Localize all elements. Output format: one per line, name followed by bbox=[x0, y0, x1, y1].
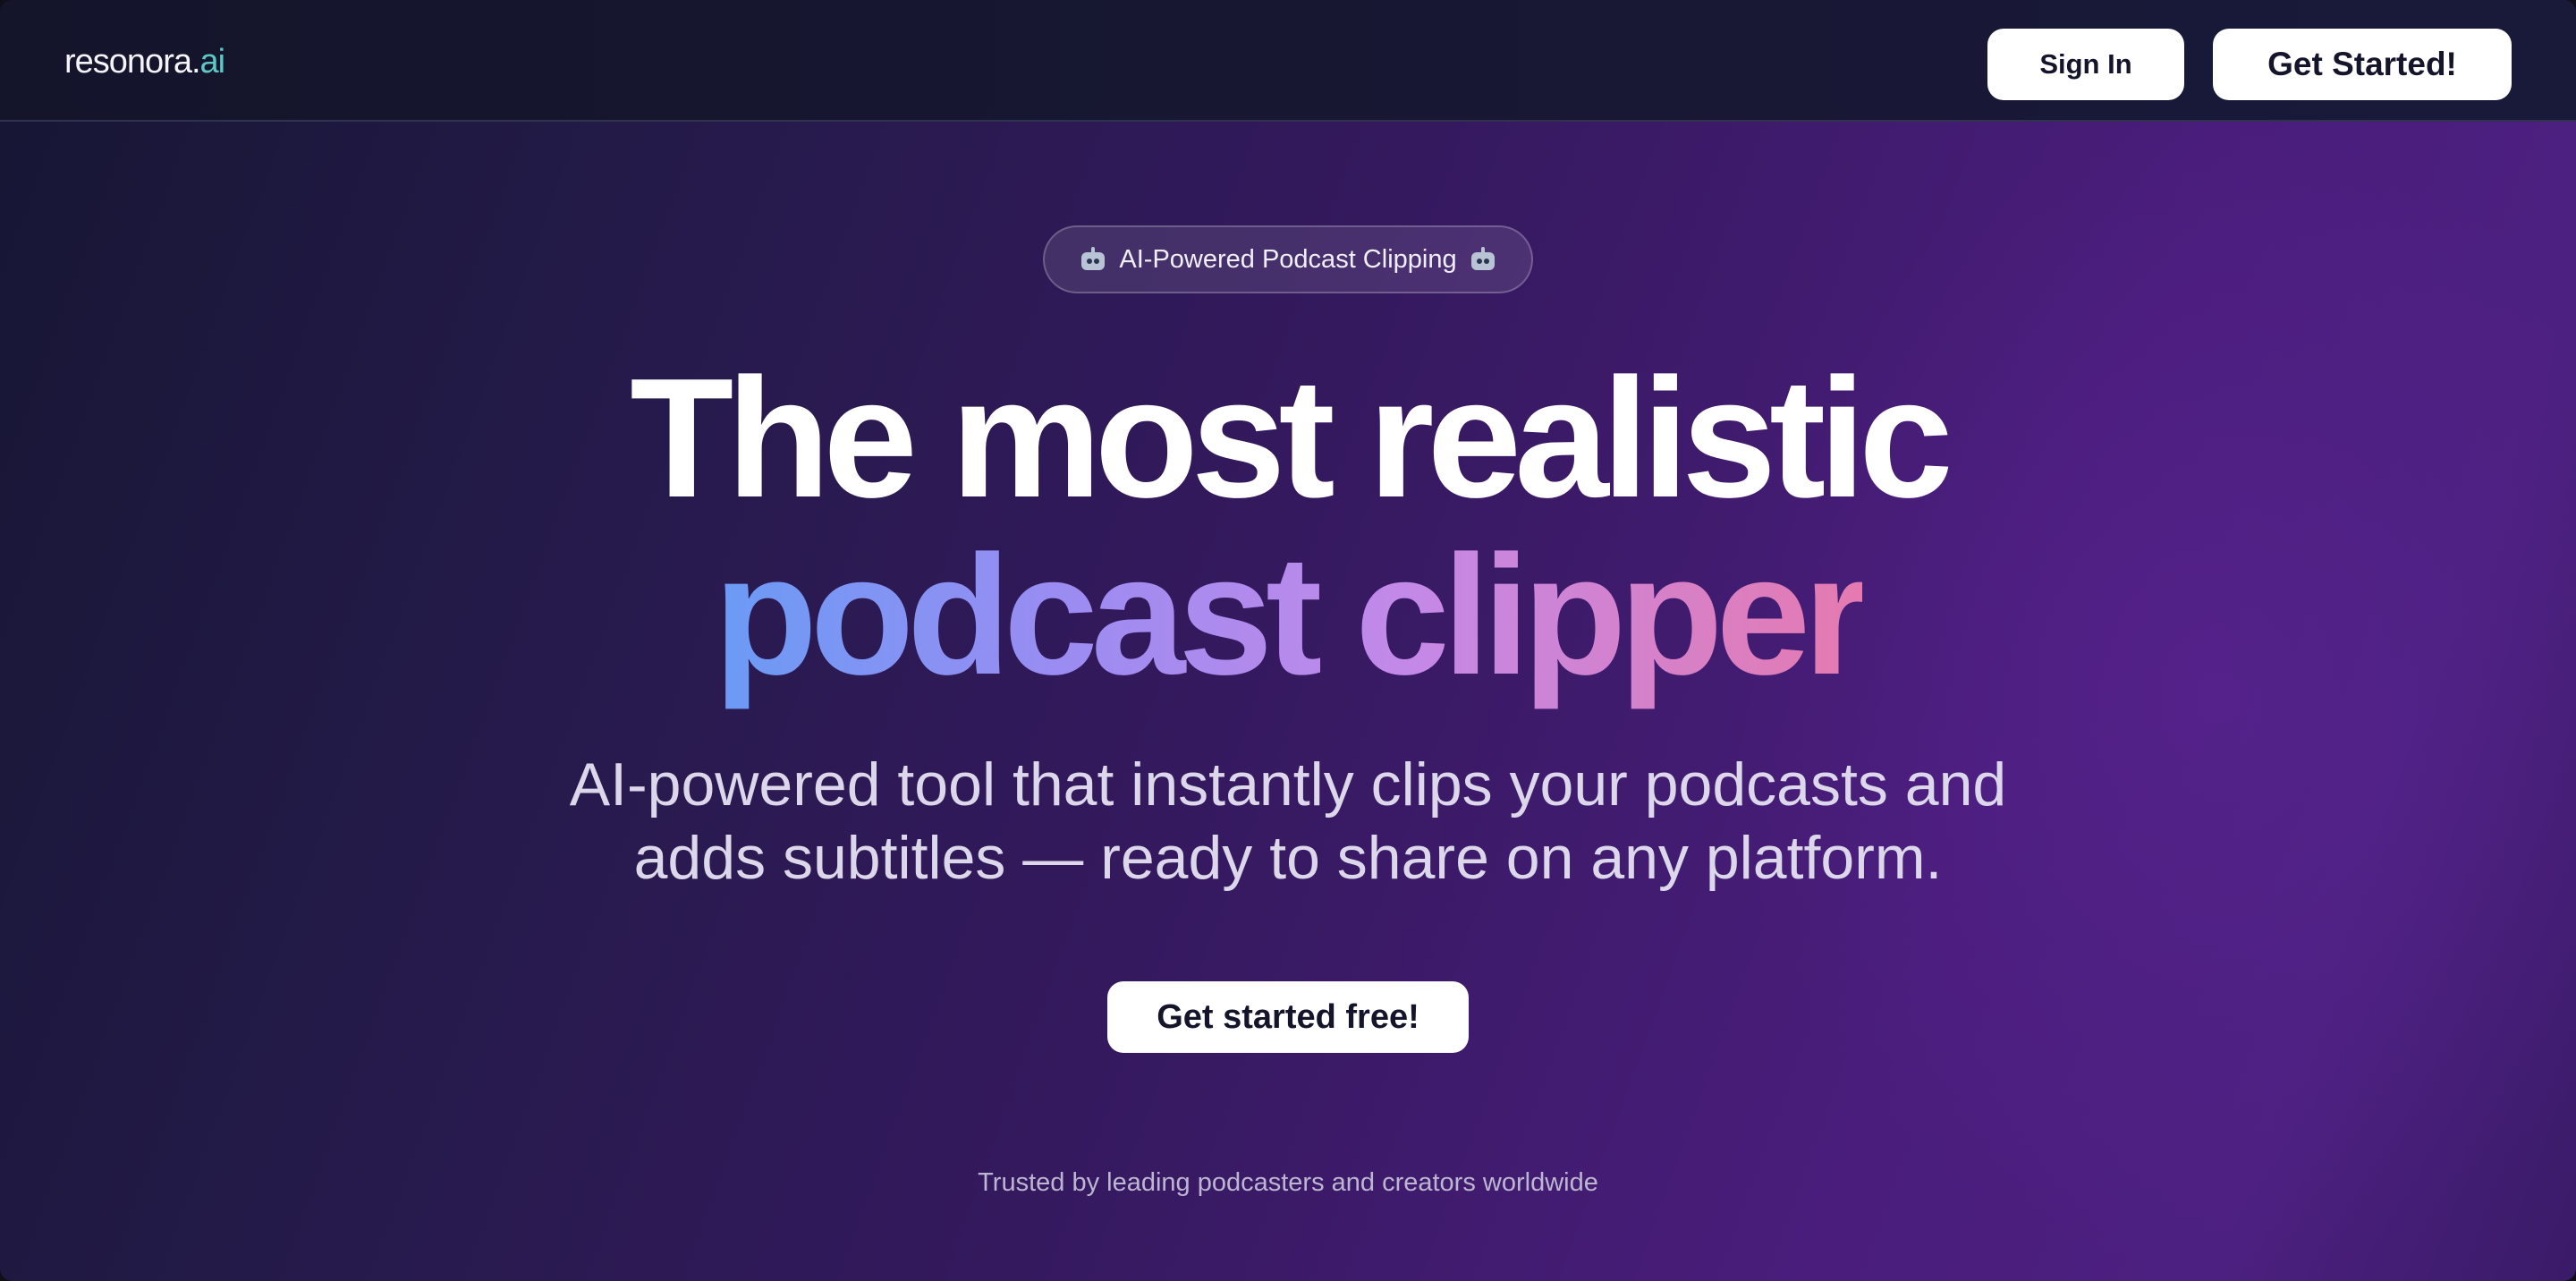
headline-gradient-text: podcast clipper bbox=[713, 521, 1869, 710]
robot-icon bbox=[1470, 247, 1496, 272]
navbar: resonora.ai Sign In Get Started! bbox=[0, 0, 2576, 122]
logo-accent-text: ai bbox=[199, 43, 226, 81]
subtitle-line-1: AI-powered tool that instantly clips you… bbox=[569, 751, 2007, 819]
landing-page: resonora.ai Sign In Get Started! AI-Powe… bbox=[0, 0, 2576, 1281]
trusted-text: Trusted by leading podcasters and creato… bbox=[978, 1168, 1598, 1197]
logo-text: resonora. bbox=[64, 43, 201, 81]
subtitle-line-2: adds subtitles — ready to share on any p… bbox=[633, 824, 1943, 892]
get-started-button[interactable]: Get Started! bbox=[2213, 29, 2512, 100]
headline-line-1: The most realistic bbox=[630, 344, 1953, 533]
headline-line-2: podcast clipper bbox=[0, 526, 2576, 705]
badge-label: AI-Powered Podcast Clipping bbox=[1119, 244, 1457, 274]
logo[interactable]: resonora.ai bbox=[64, 43, 225, 81]
hero-subtitle: AI-powered tool that instantly clips you… bbox=[0, 748, 2576, 895]
robot-icon bbox=[1080, 247, 1106, 272]
sign-in-button[interactable]: Sign In bbox=[1987, 29, 2184, 100]
ai-badge: AI-Powered Podcast Clipping bbox=[1043, 225, 1533, 293]
get-started-free-button[interactable]: Get started free! bbox=[1107, 981, 1469, 1053]
